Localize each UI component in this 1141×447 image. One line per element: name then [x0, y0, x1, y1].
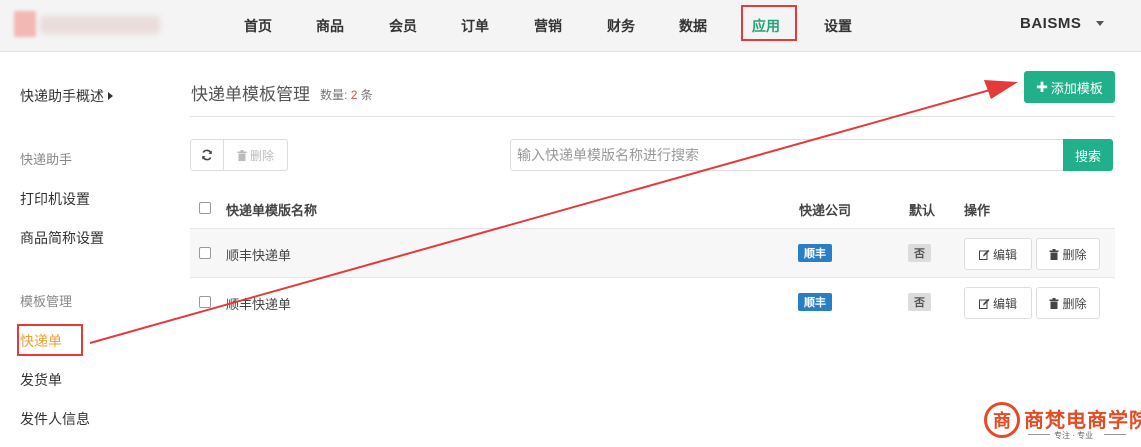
- watermark-emblem: 商: [984, 402, 1020, 438]
- nav-settings[interactable]: 设置: [824, 16, 852, 36]
- annotation-box-sidebar: [17, 324, 83, 356]
- nav-products[interactable]: 商品: [316, 16, 344, 36]
- default-badge: 否: [908, 244, 931, 262]
- row-checkbox[interactable]: [199, 247, 211, 259]
- refresh-icon: [202, 149, 212, 161]
- edit-icon: [978, 298, 990, 309]
- column-header-actions: 操作: [964, 203, 991, 218]
- page-title: 快递单模板管理: [191, 85, 310, 104]
- nav-orders[interactable]: 订单: [461, 16, 489, 36]
- add-template-button[interactable]: ✚ 添加模板: [1024, 71, 1115, 103]
- nav-data[interactable]: 数据: [679, 16, 707, 36]
- add-template-label: 添加模板: [1050, 80, 1103, 96]
- column-header-company: 快递公司: [799, 203, 852, 218]
- record-count: 数量: 2 条: [320, 86, 373, 103]
- default-badge: 否: [908, 293, 931, 311]
- refresh-button[interactable]: [190, 139, 224, 171]
- nav-finance[interactable]: 财务: [607, 16, 635, 36]
- watermark-logo: 商 商梵电商学院 专注 · 专业: [984, 402, 1141, 444]
- delete-button[interactable]: 删除: [1036, 287, 1100, 319]
- trash-icon: [237, 149, 247, 161]
- trash-icon: [1049, 248, 1059, 260]
- edit-button[interactable]: 编辑: [964, 238, 1032, 270]
- edit-button[interactable]: 编辑: [964, 287, 1032, 319]
- brand-logo[interactable]: [14, 8, 164, 42]
- bulk-delete-label: 删除: [249, 148, 274, 163]
- sidebar-item-overview[interactable]: 快递助手概述: [20, 86, 113, 106]
- watermark-line-left: [1028, 434, 1050, 435]
- sidebar-item-printer[interactable]: 打印机设置: [20, 189, 90, 209]
- delete-label: 删除: [1062, 247, 1087, 262]
- count-unit: 条: [360, 88, 373, 102]
- edit-label: 编辑: [992, 247, 1017, 262]
- search-button[interactable]: 搜索: [1063, 139, 1113, 171]
- table-row: 顺丰快递单 顺丰 否 编辑 删除: [190, 277, 1115, 326]
- delete-label: 删除: [1062, 296, 1087, 311]
- user-menu[interactable]: BAISMS: [1020, 15, 1081, 32]
- nav-members[interactable]: 会员: [389, 16, 417, 36]
- logo-mark-blurred: [14, 11, 36, 37]
- search-input[interactable]: [510, 139, 1064, 171]
- column-header-name: 快递单模版名称: [226, 203, 318, 218]
- logo-text-blurred: [40, 16, 160, 34]
- count-label: 数量:: [320, 88, 348, 102]
- count-value: 2: [350, 88, 358, 102]
- delete-button[interactable]: 删除: [1036, 238, 1100, 270]
- chevron-down-icon[interactable]: [1096, 21, 1104, 26]
- annotation-arrow: [89, 80, 1018, 344]
- nav-home[interactable]: 首页: [244, 16, 272, 36]
- bulk-delete-button[interactable]: 删除: [223, 139, 288, 171]
- plus-icon: ✚: [1036, 78, 1048, 95]
- caret-right-icon: [108, 92, 113, 100]
- sidebar-group-assistant: 快递助手: [20, 152, 73, 167]
- select-all-checkbox[interactable]: [199, 202, 211, 214]
- template-name: 顺丰快递单: [226, 248, 292, 263]
- column-header-default: 默认: [909, 203, 936, 218]
- watermark-line-right: [1104, 434, 1126, 435]
- annotation-box-nav: [741, 5, 797, 41]
- sidebar-item-delivery[interactable]: 发货单: [20, 370, 62, 390]
- template-name: 顺丰快递单: [226, 297, 292, 312]
- sidebar-group-templates: 模板管理: [20, 294, 73, 309]
- watermark-text: 商梵电商学院: [1024, 408, 1141, 432]
- row-checkbox[interactable]: [199, 296, 211, 308]
- nav-marketing[interactable]: 营销: [534, 16, 562, 36]
- watermark-subtitle: 专注 · 专业: [1054, 431, 1094, 440]
- company-badge: 顺丰: [798, 293, 832, 311]
- edit-icon: [978, 249, 990, 260]
- edit-label: 编辑: [992, 296, 1017, 311]
- sidebar-item-label: 快递助手概述: [20, 88, 104, 104]
- top-navigation: 首页 商品 会员 订单 营销 财务 数据 应用 设置 BAISMS: [0, 0, 1141, 52]
- company-badge: 顺丰: [798, 244, 832, 262]
- trash-icon: [1049, 297, 1059, 309]
- sidebar-item-sender[interactable]: 发件人信息: [20, 409, 90, 429]
- table-row: 顺丰快递单 顺丰 否 编辑 删除: [190, 228, 1115, 277]
- sidebar-item-short-name[interactable]: 商品简称设置: [20, 228, 104, 248]
- header-divider: [190, 116, 1115, 117]
